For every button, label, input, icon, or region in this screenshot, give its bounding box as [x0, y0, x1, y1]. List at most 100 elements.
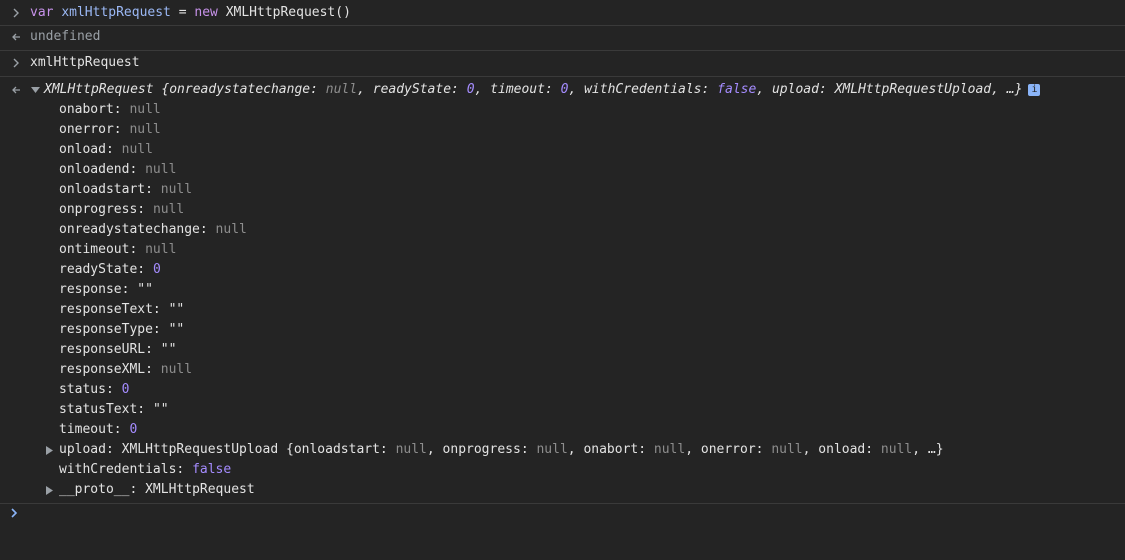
- info-badge-icon[interactable]: i: [1028, 84, 1041, 96]
- summary-value: false: [717, 82, 757, 97]
- property-value: false: [192, 462, 232, 477]
- console-prompt[interactable]: [10, 504, 18, 524]
- property-value: XMLHttpRequestUpload: [121, 442, 279, 457]
- property-key: withCredentials: [59, 462, 177, 477]
- property-key: onreadystatechange: [59, 222, 200, 237]
- property-row: onloadstart: null: [59, 182, 193, 197]
- property-value: null: [129, 102, 161, 117]
- property-row: response: "": [59, 282, 153, 297]
- keyword-new: new: [194, 5, 218, 20]
- property-value: null: [160, 362, 193, 377]
- output-return-icon: [10, 27, 22, 47]
- property-row: responseType: "": [59, 322, 185, 337]
- property-row: onload: null: [59, 142, 153, 157]
- property-key: responseType: [59, 322, 153, 337]
- expand-triangle-down-icon[interactable]: [31, 80, 40, 100]
- summary-open-brace: {: [153, 82, 170, 97]
- prompt-chevron-icon: [10, 507, 18, 522]
- summary-key: withCredentials: [584, 82, 702, 97]
- property-key: onabort: [59, 102, 114, 117]
- constructor-call: XMLHttpRequest(): [225, 5, 351, 20]
- summary-value: 0: [466, 82, 475, 97]
- property-value: XMLHttpRequest: [145, 482, 255, 497]
- property-value: null: [129, 122, 161, 137]
- input-chevron-icon: [10, 53, 22, 73]
- property-value: null: [145, 162, 177, 177]
- input-code[interactable]: xmlHttpRequest: [30, 53, 140, 73]
- property-key: ontimeout: [59, 242, 130, 257]
- property-key: responseText: [59, 302, 153, 317]
- input-chevron-icon: [10, 3, 22, 23]
- variable-name: xmlHttpRequest: [61, 5, 171, 20]
- property-key: responseURL: [59, 342, 146, 357]
- property-value: null: [152, 202, 185, 217]
- property-key: upload: [59, 442, 106, 457]
- upload-key: onerror: [700, 442, 756, 457]
- console-input-line-2: xmlHttpRequest: [0, 51, 1125, 77]
- summary-key: onreadystatechange: [169, 82, 311, 97]
- property-value: "": [168, 302, 185, 317]
- assign-operator: =: [170, 5, 195, 20]
- property-key: __proto__: [59, 482, 130, 497]
- upload-close-brace: , …}: [912, 442, 944, 457]
- upload-key: onloadstart: [293, 442, 380, 457]
- output-undefined: undefined: [30, 29, 101, 44]
- property-row: status: 0: [59, 382, 130, 397]
- upload-value: null: [653, 442, 686, 457]
- upload-key: onload: [818, 442, 866, 457]
- expand-triangle-right-icon[interactable]: [46, 480, 56, 500]
- property-row: ontimeout: null: [59, 242, 177, 257]
- property-row: onerror: null: [59, 122, 161, 137]
- property-value: 0: [129, 422, 138, 437]
- keyword-var: var: [30, 5, 54, 20]
- property-value: null: [160, 182, 193, 197]
- console-input-line-1: var xmlHttpRequest = new XMLHttpRequest(…: [0, 0, 1125, 26]
- console-output-line-1: undefined: [0, 26, 1125, 51]
- property-value: "": [152, 402, 169, 417]
- property-key: status: [59, 382, 106, 397]
- property-row: responseXML: null: [59, 362, 193, 377]
- property-row: readyState: 0: [59, 262, 161, 277]
- property-value: 0: [152, 262, 161, 277]
- summary-value: XMLHttpRequestUpload: [834, 82, 992, 97]
- property-row: responseURL: "": [59, 342, 177, 357]
- property-key: responseXML: [59, 362, 146, 377]
- property-key: readyState: [59, 262, 138, 277]
- property-row-proto[interactable]: __proto__: XMLHttpRequest: [0, 480, 1125, 500]
- upload-value: null: [771, 442, 803, 457]
- property-row: onprogress: null: [59, 202, 185, 217]
- summary-close-brace: , …}: [991, 82, 1023, 97]
- upload-value: null: [395, 442, 427, 457]
- upload-open-brace: {: [278, 442, 294, 457]
- property-value: null: [121, 142, 153, 157]
- property-row: onloadend: null: [59, 162, 177, 177]
- property-key: onerror: [59, 122, 114, 137]
- property-value: "": [137, 282, 153, 297]
- summary-value: 0: [560, 82, 569, 97]
- summary-key: readyState: [372, 82, 452, 97]
- property-key: onloadend: [59, 162, 130, 177]
- property-key: onprogress: [59, 202, 138, 217]
- property-row: statusText: "": [59, 402, 169, 417]
- property-key: onload: [59, 142, 106, 157]
- property-row-withcredentials: withCredentials: false: [59, 462, 232, 477]
- upload-key: onprogress: [442, 442, 521, 457]
- property-row: timeout: 0: [59, 422, 138, 437]
- object-summary[interactable]: XMLHttpRequest {onreadystatechange: null…: [44, 80, 1041, 100]
- upload-key: onabort: [583, 442, 639, 457]
- property-row: onreadystatechange: null: [59, 222, 247, 237]
- property-key: timeout: [59, 422, 114, 437]
- expand-triangle-right-icon[interactable]: [46, 440, 56, 460]
- property-row-upload[interactable]: upload: XMLHttpRequestUpload {onloadstar…: [0, 440, 1125, 460]
- property-key: response: [59, 282, 122, 297]
- summary-value: null: [325, 82, 358, 97]
- summary-key: upload: [771, 82, 819, 97]
- property-value: "": [168, 322, 185, 337]
- property-value: "": [160, 342, 177, 357]
- output-return-icon: [10, 80, 22, 100]
- input-code[interactable]: var xmlHttpRequest = new XMLHttpRequest(…: [30, 3, 351, 23]
- summary-key: timeout: [490, 82, 545, 97]
- upload-value: null: [536, 442, 568, 457]
- property-key: statusText: [59, 402, 138, 417]
- console-output-object: XMLHttpRequest { onreadystatechange: null…: [0, 77, 1125, 504]
